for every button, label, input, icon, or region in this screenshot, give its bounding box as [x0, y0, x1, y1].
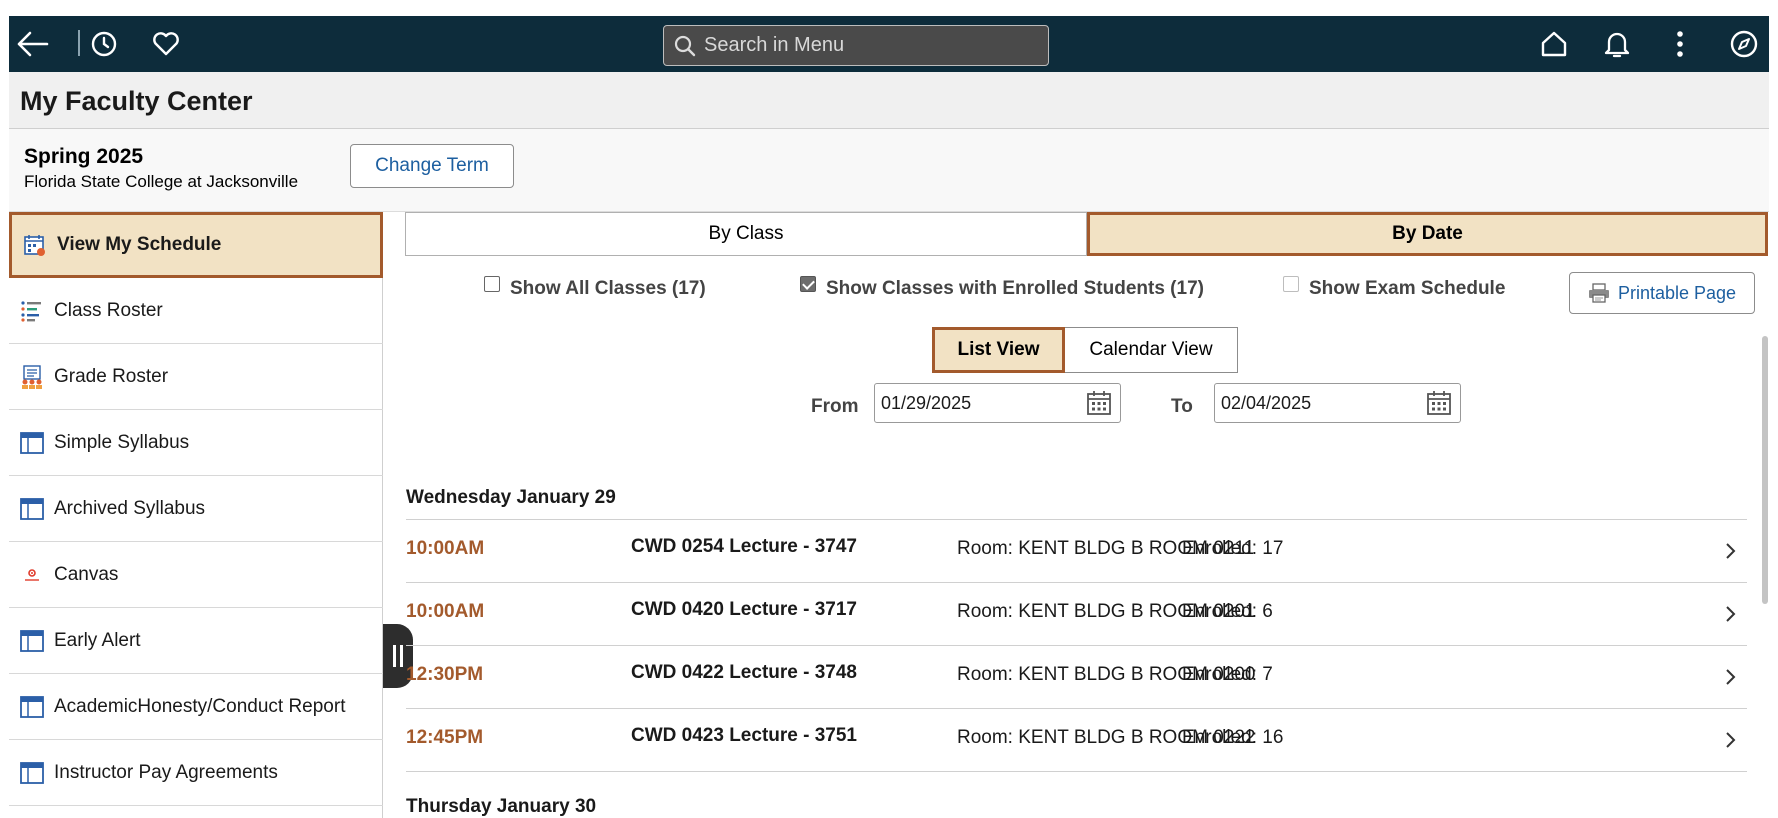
sidebar-item-instructor-pay[interactable]: Instructor Pay Agreements — [9, 740, 383, 806]
navigator-compass-icon[interactable] — [1728, 28, 1760, 60]
grade-roster-icon — [20, 364, 44, 389]
change-term-button[interactable]: Change Term — [350, 144, 514, 188]
topbar-divider — [78, 30, 80, 56]
class-enrolled: Enrolled: 7 — [1182, 664, 1273, 685]
row-divider — [406, 771, 1747, 772]
calendar-view-button[interactable]: Calendar View — [1065, 327, 1238, 373]
class-enrolled: Enrolled: 16 — [1182, 727, 1284, 748]
checkbox-label: Show Classes with Enrolled Students (17) — [826, 278, 1204, 299]
from-date-input[interactable] — [881, 392, 1071, 414]
sidebar-item-label: AcademicHonesty/Conduct Report — [54, 695, 346, 717]
class-course: CWD 0422 Lecture - 3748 — [631, 662, 857, 683]
view-toggle: List View Calendar View — [932, 327, 1238, 373]
window-icon — [20, 629, 44, 653]
checkbox-box[interactable] — [484, 276, 500, 292]
window-icon — [20, 695, 44, 719]
sidebar-item-label: Grade Roster — [54, 365, 169, 387]
favorites-heart-icon[interactable] — [150, 28, 182, 60]
sidebar-item-grade-roster[interactable]: Grade Roster — [9, 344, 383, 410]
class-time: 10:00AM — [406, 601, 485, 622]
class-course: CWD 0420 Lecture - 3717 — [631, 599, 857, 620]
to-date-input[interactable] — [1221, 392, 1411, 414]
to-date-field[interactable] — [1214, 383, 1461, 423]
show-exam-schedule-checkbox[interactable]: Show Exam Schedule — [1283, 276, 1506, 300]
top-nav-bar — [9, 16, 1769, 72]
sidebar-item-class-roster[interactable]: Class Roster — [9, 278, 383, 344]
to-date-label: To — [1171, 396, 1193, 417]
sidebar-item-label: Instructor Pay Agreements — [54, 761, 278, 783]
page-title: My Faculty Center — [20, 86, 253, 116]
day-heading: Wednesday January 29 — [406, 487, 616, 508]
window-icon — [20, 497, 44, 521]
menu-search-box[interactable] — [663, 25, 1049, 66]
class-course: CWD 0254 Lecture - 3747 — [631, 536, 857, 557]
search-icon — [674, 35, 696, 56]
sidebar-item-label: Archived Syllabus — [54, 497, 206, 519]
checkbox-box[interactable] — [800, 276, 816, 292]
back-arrow-icon[interactable] — [17, 28, 49, 60]
class-enrolled: Enrolled: 6 — [1182, 601, 1273, 622]
chevron-right-icon — [1725, 668, 1737, 691]
class-time: 10:00AM — [406, 538, 485, 559]
checkbox-label: Show Exam Schedule — [1309, 278, 1506, 299]
show-all-classes-checkbox[interactable]: Show All Classes (17) — [484, 276, 706, 300]
calendar-picker-icon[interactable] — [1426, 390, 1452, 421]
sidebar-item-label: View My Schedule — [57, 234, 222, 255]
checkbox-box[interactable] — [1283, 276, 1299, 292]
show-enrolled-classes-checkbox[interactable]: Show Classes with Enrolled Students (17) — [800, 276, 1204, 300]
class-time: 12:45PM — [406, 727, 484, 748]
chevron-right-icon — [1725, 605, 1737, 628]
sidebar-item-simple-syllabus[interactable]: Simple Syllabus — [9, 410, 383, 476]
calendar-schedule-icon — [23, 233, 47, 257]
page-header: My Faculty Center — [9, 72, 1769, 129]
class-time: 12:30PM — [406, 664, 484, 685]
window-icon — [20, 431, 44, 455]
home-icon[interactable] — [1538, 28, 1570, 60]
sidebar-item-label: Early Alert — [54, 629, 141, 651]
term-bar: Spring 2025 Florida State College at Jac… — [9, 129, 1769, 212]
more-options-icon[interactable] — [1664, 28, 1696, 60]
schedule-row[interactable]: 12:45PM CWD 0423 Lecture - 3751 Room: KE… — [406, 708, 1747, 771]
checkbox-label: Show All Classes (17) — [510, 278, 706, 299]
notifications-bell-icon[interactable] — [1601, 28, 1633, 60]
sidebar-item-view-my-schedule[interactable]: View My Schedule — [9, 212, 383, 278]
sidebar-item-canvas[interactable]: Canvas — [9, 542, 383, 608]
sidebar-item-label: Simple Syllabus — [54, 431, 190, 453]
app-frame: My Faculty Center Spring 2025 Florida St… — [9, 16, 1769, 818]
chevron-right-icon — [1725, 542, 1737, 565]
roster-list-icon — [20, 299, 44, 323]
tab-by-class[interactable]: By Class — [405, 212, 1087, 256]
sidebar-item-archived-syllabus[interactable]: Archived Syllabus — [9, 476, 383, 542]
sidebar-item-academic-honesty[interactable]: AcademicHonesty/Conduct Report — [9, 674, 383, 740]
institution-name: Florida State College at Jacksonville — [24, 172, 299, 191]
class-enrolled: Enrolled: 17 — [1182, 538, 1284, 559]
term-name: Spring 2025 — [24, 145, 144, 168]
list-view-button[interactable]: List View — [932, 327, 1065, 373]
printable-page-label: Printable Page — [1617, 282, 1737, 303]
class-course: CWD 0423 Lecture - 3751 — [631, 725, 857, 746]
sidebar-item-label: Canvas — [54, 563, 119, 585]
schedule-row[interactable]: 10:00AM CWD 0420 Lecture - 3717 Room: KE… — [406, 582, 1747, 645]
sidebar-item-early-alert[interactable]: Early Alert — [9, 608, 383, 674]
schedule-row[interactable]: 10:00AM CWD 0254 Lecture - 3747 Room: KE… — [406, 519, 1747, 582]
canvas-logo-icon — [20, 563, 44, 587]
sidebar-nav: View My Schedule Class Roster Grade Rost… — [9, 212, 383, 818]
sidebar-item-label: Class Roster — [54, 299, 163, 321]
history-clock-icon[interactable] — [88, 28, 120, 60]
from-date-label: From — [811, 396, 859, 417]
main-content: By Class By Date Show All Classes (17) S… — [384, 212, 1769, 818]
schedule-row[interactable]: 12:30PM CWD 0422 Lecture - 3748 Room: KE… — [406, 645, 1747, 708]
printable-page-button[interactable]: Printable Page — [1569, 272, 1755, 314]
chevron-right-icon — [1725, 731, 1737, 754]
search-input[interactable] — [704, 34, 1024, 57]
calendar-picker-icon[interactable] — [1086, 390, 1112, 421]
window-icon — [20, 761, 44, 785]
from-date-field[interactable] — [874, 383, 1121, 423]
printer-icon — [1588, 283, 1609, 303]
content-scrollbar[interactable] — [1762, 336, 1768, 604]
tab-by-date[interactable]: By Date — [1087, 212, 1768, 256]
day-heading: Thursday January 30 — [406, 796, 597, 817]
